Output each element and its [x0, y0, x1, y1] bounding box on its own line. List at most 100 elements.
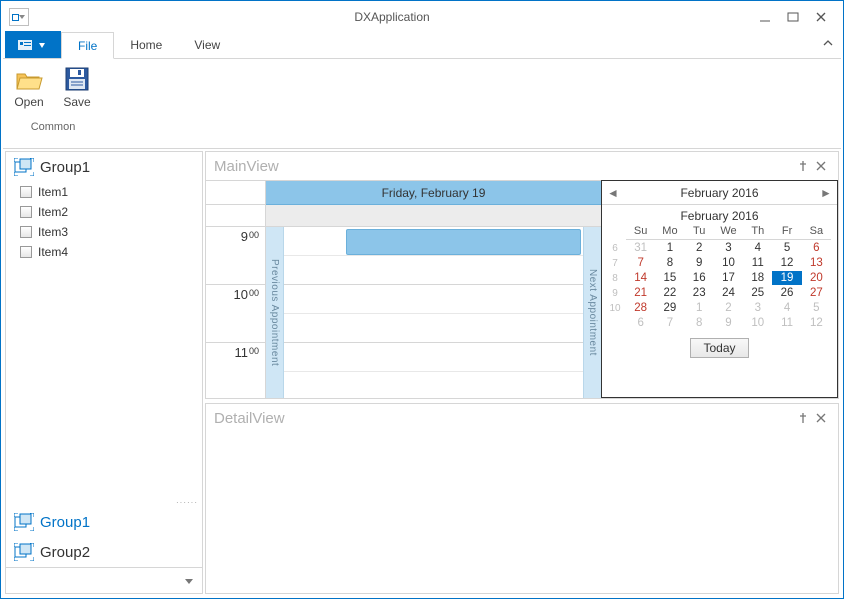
- nav-group-b-label: Group2: [40, 544, 90, 561]
- calendar-week-number: 10: [604, 301, 626, 315]
- calendar-day[interactable]: 8: [655, 256, 684, 270]
- calendar-prev-button[interactable]: ◄: [602, 186, 624, 200]
- splitter-handle[interactable]: ······: [6, 498, 202, 507]
- calendar-day[interactable]: 2: [685, 241, 714, 255]
- calendar-day[interactable]: 27: [802, 286, 831, 300]
- calendar-day[interactable]: 14: [626, 271, 655, 285]
- calendar-dow-header: Su: [626, 225, 655, 240]
- calendar-day[interactable]: 6: [802, 241, 831, 255]
- calendar-day[interactable]: 9: [714, 316, 743, 330]
- list-item[interactable]: Item2: [6, 202, 202, 222]
- calendar-day[interactable]: 3: [714, 241, 743, 255]
- calendar-day[interactable]: 10: [743, 316, 772, 330]
- list-item-label: Item4: [38, 245, 68, 259]
- nav-group-a[interactable]: Group1: [6, 507, 202, 537]
- calendar-day[interactable]: 4: [743, 241, 772, 255]
- calendar-day[interactable]: 24: [714, 286, 743, 300]
- tab-view[interactable]: View: [178, 31, 236, 58]
- appointment-block[interactable]: [346, 229, 581, 255]
- ribbon-group-common: Open Save Common: [3, 59, 103, 148]
- calendar-day[interactable]: 12: [802, 316, 831, 330]
- calendar-day[interactable]: 17: [714, 271, 743, 285]
- ribbon-app-button[interactable]: [5, 31, 61, 58]
- nav-group-top-label: Group1: [40, 159, 90, 176]
- save-button[interactable]: Save: [57, 63, 97, 109]
- list-item-label: Item2: [38, 205, 68, 219]
- calendar-day[interactable]: 1: [655, 241, 684, 255]
- nav-overflow-button[interactable]: [6, 567, 202, 593]
- pin-button[interactable]: [794, 409, 812, 427]
- calendar-day[interactable]: 28: [626, 301, 655, 315]
- list-item[interactable]: Item4: [6, 242, 202, 262]
- calendar-day[interactable]: 3: [743, 301, 772, 315]
- tab-file[interactable]: File: [61, 32, 114, 59]
- calendar-day[interactable]: 5: [802, 301, 831, 315]
- minimize-button[interactable]: [751, 6, 779, 28]
- tab-home[interactable]: Home: [114, 31, 178, 58]
- calendar-month-label: February 2016: [602, 205, 837, 225]
- scheduler-grid[interactable]: [266, 227, 601, 398]
- time-ruler-slot: 1100: [206, 343, 265, 398]
- calendar-day[interactable]: 22: [655, 286, 684, 300]
- list-item[interactable]: Item1: [6, 182, 202, 202]
- calendar-dow-header: Tu: [685, 225, 714, 240]
- calendar-day[interactable]: 19: [772, 271, 801, 285]
- calendar-day[interactable]: 25: [743, 286, 772, 300]
- prev-appointment-handle[interactable]: Previous Appointment: [266, 227, 284, 398]
- calendar-dow-header: Th: [743, 225, 772, 240]
- calendar-day[interactable]: 11: [743, 256, 772, 270]
- open-button[interactable]: Open: [9, 63, 49, 109]
- calendar-day[interactable]: 23: [685, 286, 714, 300]
- quick-access-menu[interactable]: [9, 8, 29, 26]
- calendar-day[interactable]: 1: [685, 301, 714, 315]
- calendar-week-number: 7: [604, 256, 626, 270]
- group-icon: [14, 543, 34, 561]
- calendar-day[interactable]: 16: [685, 271, 714, 285]
- calendar-nav-label[interactable]: February 2016: [624, 186, 815, 200]
- calendar-week-number: 8: [604, 271, 626, 285]
- list-item[interactable]: Item3: [6, 222, 202, 242]
- calendar-day[interactable]: 29: [655, 301, 684, 315]
- detail-view-panel: DetailView: [205, 403, 839, 594]
- calendar-day[interactable]: 20: [802, 271, 831, 285]
- list-item-label: Item1: [38, 185, 68, 199]
- calendar-day[interactable]: 26: [772, 286, 801, 300]
- close-button[interactable]: [807, 6, 835, 28]
- pin-button[interactable]: [794, 157, 812, 175]
- calendar-day[interactable]: 8: [685, 316, 714, 330]
- ribbon-collapse-button[interactable]: [823, 37, 833, 51]
- floppy-save-icon: [61, 63, 93, 95]
- calendar-day[interactable]: 11: [772, 316, 801, 330]
- group-icon: [14, 158, 34, 176]
- calendar-day[interactable]: 9: [685, 256, 714, 270]
- calendar-next-button[interactable]: ►: [815, 186, 837, 200]
- calendar-day[interactable]: 7: [626, 256, 655, 270]
- calendar-dow-header: We: [714, 225, 743, 240]
- close-panel-button[interactable]: [812, 157, 830, 175]
- folder-open-icon: [13, 63, 45, 95]
- nav-group-top[interactable]: Group1: [6, 152, 202, 182]
- calendar-day[interactable]: 2: [714, 301, 743, 315]
- calendar-day[interactable]: 6: [626, 316, 655, 330]
- scheduler-day-header[interactable]: Friday, February 19: [266, 181, 601, 205]
- calendar-day[interactable]: 13: [802, 256, 831, 270]
- calendar-day[interactable]: 4: [772, 301, 801, 315]
- calendar-day[interactable]: 7: [655, 316, 684, 330]
- scheduler-allday-cell[interactable]: [266, 205, 601, 227]
- calendar-day[interactable]: 12: [772, 256, 801, 270]
- nav-group-b[interactable]: Group2: [6, 537, 202, 567]
- calendar-today-button[interactable]: Today: [690, 338, 748, 358]
- calendar-day[interactable]: 5: [772, 241, 801, 255]
- calendar-day[interactable]: 15: [655, 271, 684, 285]
- calendar-day[interactable]: 31: [626, 241, 655, 255]
- next-appointment-handle[interactable]: Next Appointment: [583, 227, 601, 398]
- prev-appointment-label: Previous Appointment: [269, 259, 280, 366]
- calendar-dow-header: Mo: [655, 225, 684, 240]
- calendar-day[interactable]: 21: [626, 286, 655, 300]
- maximize-button[interactable]: [779, 6, 807, 28]
- close-panel-button[interactable]: [812, 409, 830, 427]
- app-window: DXApplication File Home View Open: [0, 0, 844, 599]
- scheduler[interactable]: Friday, February 19 90010001100: [206, 180, 601, 398]
- calendar-day[interactable]: 10: [714, 256, 743, 270]
- calendar-day[interactable]: 18: [743, 271, 772, 285]
